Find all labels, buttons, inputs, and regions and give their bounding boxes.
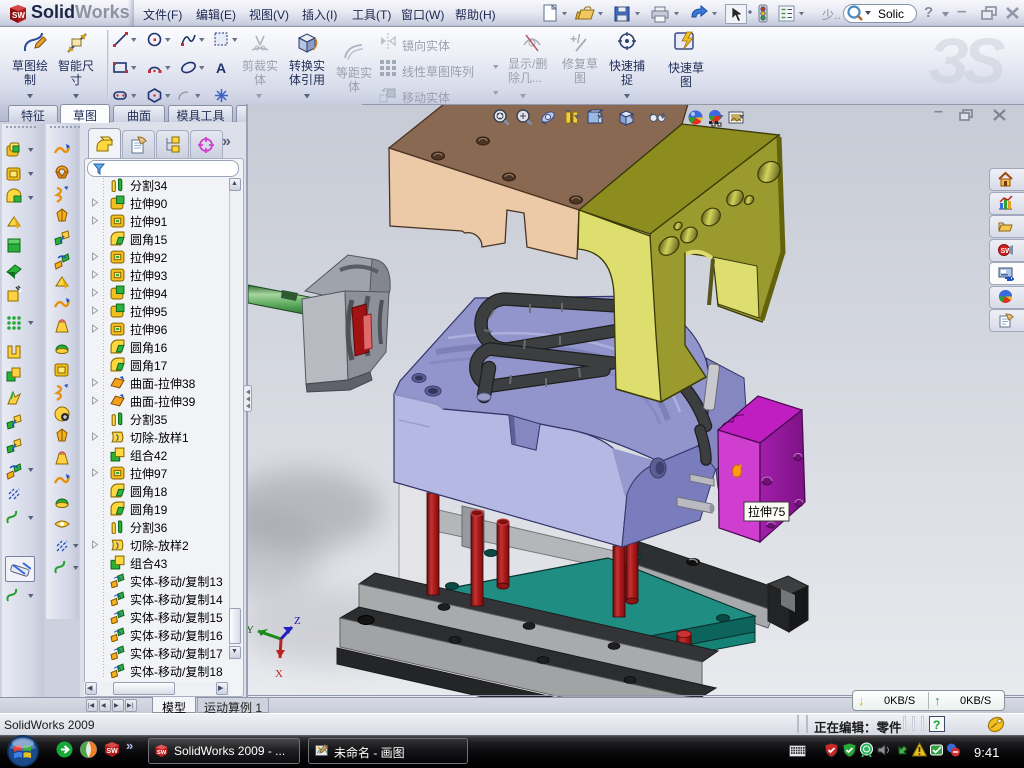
svg-text:拉伸75: 拉伸75 xyxy=(748,504,786,519)
svg-text:X: X xyxy=(275,668,283,680)
svg-text:Z: Z xyxy=(294,615,301,627)
svg-text:SW: SW xyxy=(157,750,167,756)
svg-text:SW: SW xyxy=(12,11,25,20)
svg-text:SW: SW xyxy=(107,748,119,755)
svg-text:Y: Y xyxy=(248,624,254,636)
svg-text:+/: +/ xyxy=(570,32,581,46)
svg-text:A: A xyxy=(216,60,226,76)
